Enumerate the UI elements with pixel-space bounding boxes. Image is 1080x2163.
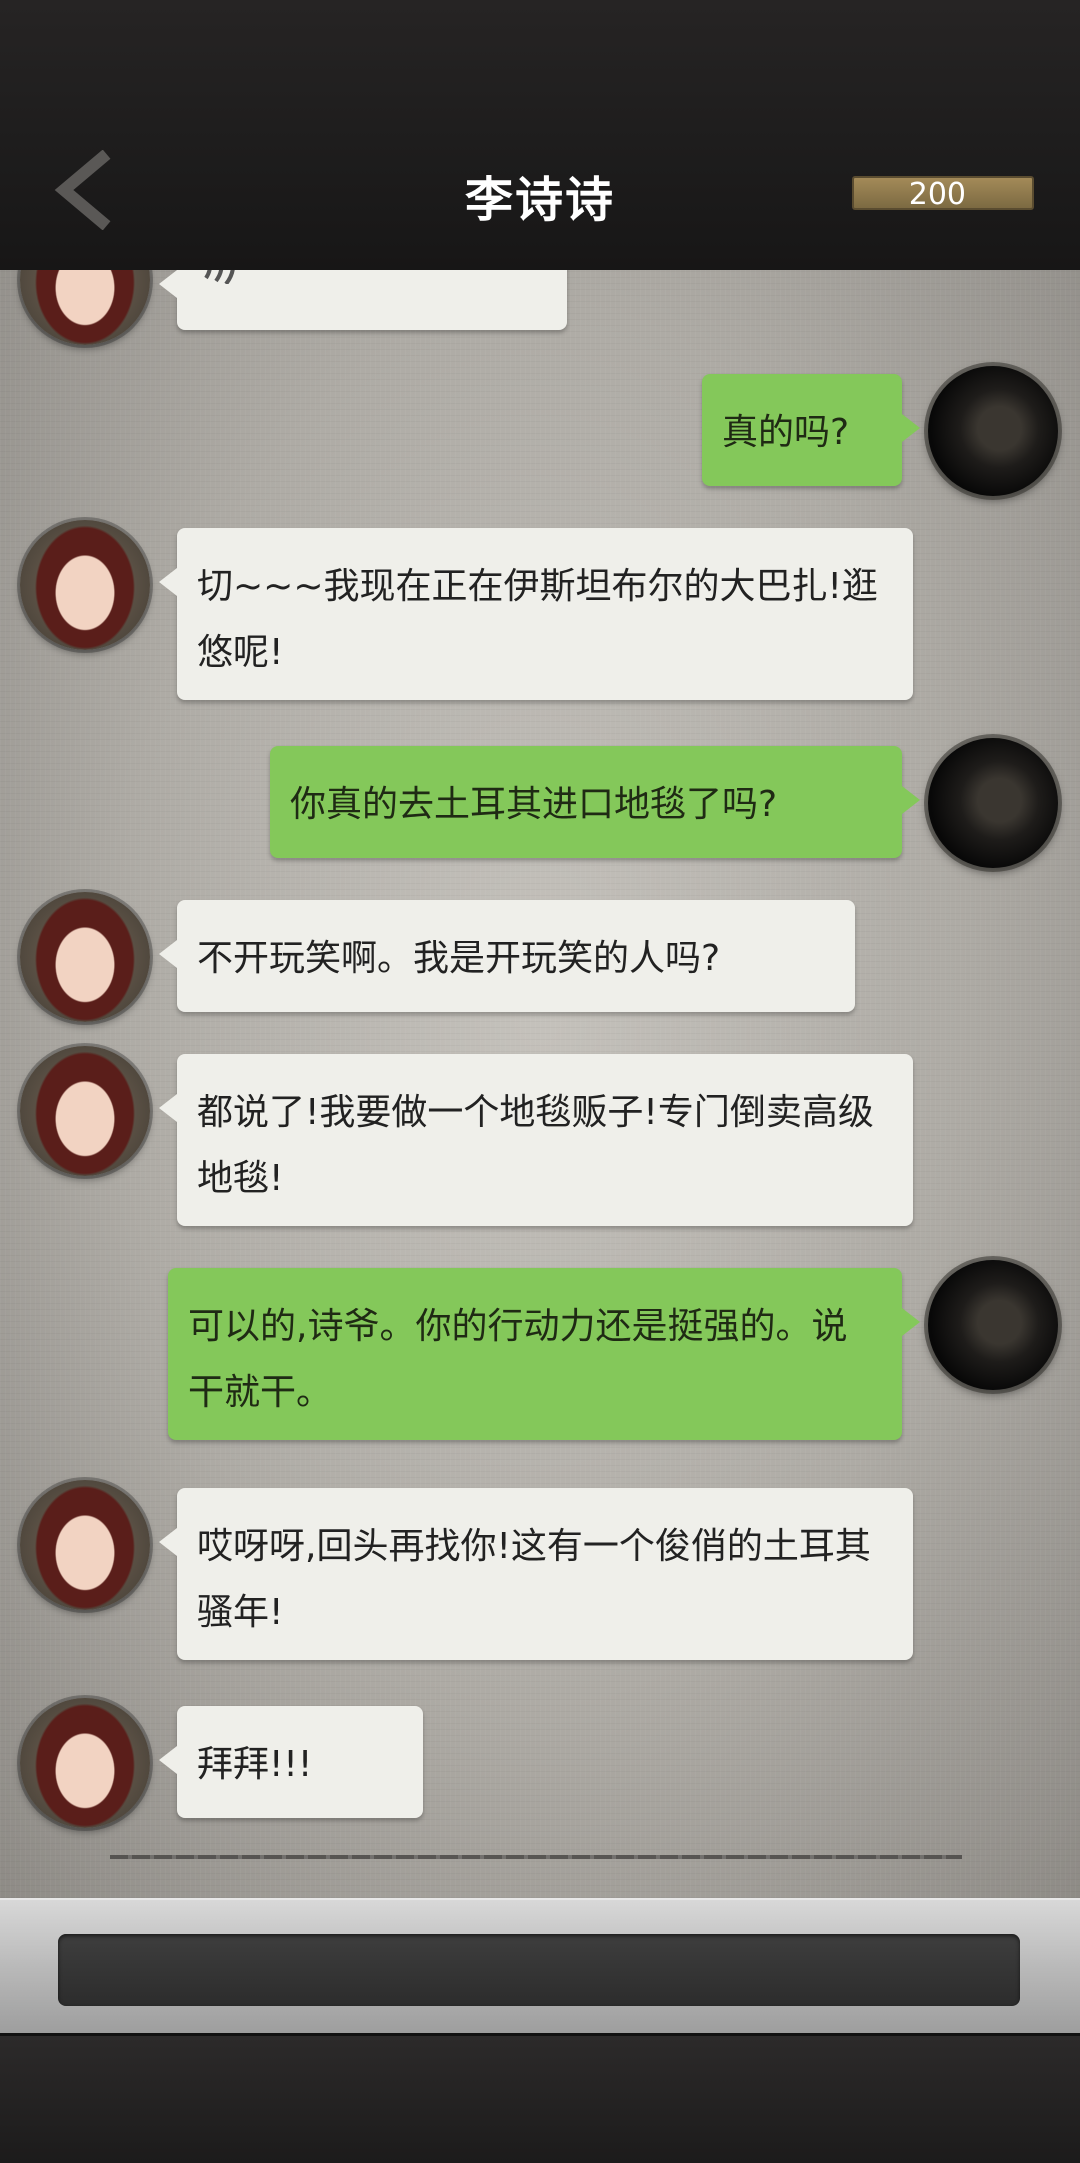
message-text: 切~~~我现在正在伊斯坦布尔的大巴扎!逛悠呢! — [197, 566, 878, 673]
chat-divider — [110, 1855, 962, 1859]
input-bar — [0, 1898, 1080, 2035]
incoming-message[interactable]: 切~~~我现在正在伊斯坦布尔的大巴扎!逛悠呢! — [159, 528, 913, 700]
coin-counter: 200 — [852, 176, 1034, 212]
message-text: 哎呀呀,回头再找你!这有一个俊俏的土耳其骚年! — [197, 1526, 871, 1633]
outgoing-message[interactable]: 可以的,诗爷。你的行动力还是挺强的。说干就干。 — [168, 1268, 920, 1440]
incoming-message[interactable]: 哎呀呀,回头再找你!这有一个俊俏的土耳其骚年! — [159, 1488, 913, 1660]
outgoing-message[interactable]: 你真的去土耳其进口地毯了吗? — [270, 746, 920, 858]
outgoing-message[interactable]: 真的吗? — [702, 374, 920, 486]
message-text: 你真的去土耳其进口地毯了吗? — [290, 784, 778, 825]
message-input[interactable] — [58, 1934, 1020, 2006]
incoming-message[interactable]: 不开玩笑啊。我是开玩笑的人吗? — [159, 900, 855, 1012]
message-text: 真的吗? — [722, 412, 850, 453]
user-avatar[interactable] — [928, 738, 1058, 868]
voice-wave-icon — [204, 270, 235, 284]
chat-area[interactable]: 真的吗? 切~~~我现在正在伊斯坦布尔的大巴扎!逛悠呢! 你真的去土耳其进口地毯… — [0, 270, 1080, 1898]
contact-avatar[interactable] — [20, 270, 150, 345]
message-text: 都说了!我要做一个地毯贩子!专门倒卖高级地毯! — [197, 1092, 874, 1199]
contact-avatar[interactable] — [20, 1698, 150, 1828]
incoming-message[interactable]: 都说了!我要做一个地毯贩子!专门倒卖高级地毯! — [159, 1054, 913, 1226]
incoming-message[interactable]: 拜拜!!! — [159, 1706, 423, 1818]
user-avatar[interactable] — [928, 1260, 1058, 1390]
message-text: 拜拜!!! — [197, 1744, 313, 1785]
message-text: 可以的,诗爷。你的行动力还是挺强的。说干就干。 — [188, 1306, 848, 1413]
user-avatar[interactable] — [928, 366, 1058, 496]
bottom-bar — [0, 2033, 1080, 2163]
contact-avatar[interactable] — [20, 1480, 150, 1610]
top-bar: 李诗诗 200 — [0, 0, 1080, 273]
message-text: 不开玩笑啊。我是开玩笑的人吗? — [197, 938, 721, 979]
contact-avatar[interactable] — [20, 520, 150, 650]
contact-avatar[interactable] — [20, 892, 150, 1022]
contact-avatar[interactable] — [20, 1046, 150, 1176]
